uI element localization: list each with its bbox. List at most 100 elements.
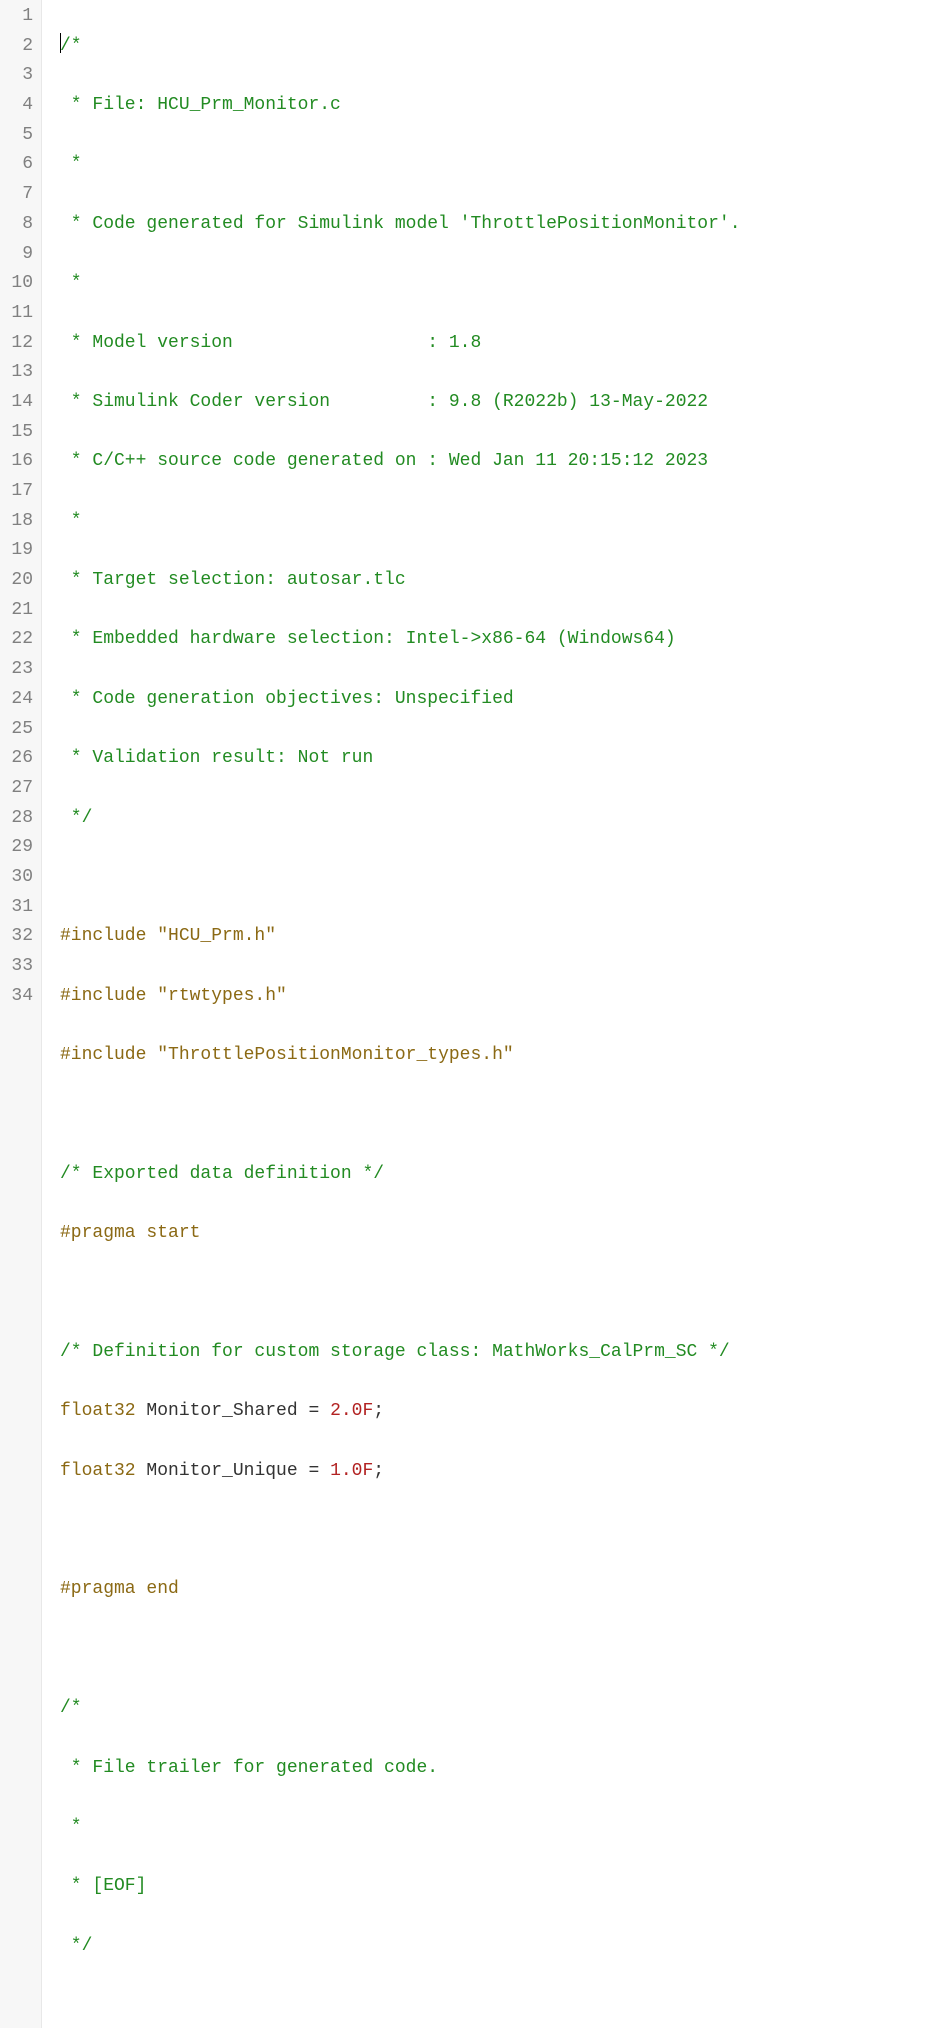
- code-line[interactable]: float32 Monitor_Shared = 2.0F;: [60, 1397, 741, 1427]
- punct-token: ;: [373, 1461, 384, 1481]
- type-token: float32: [60, 1461, 136, 1481]
- code-line[interactable]: * [EOF]: [60, 1872, 741, 1902]
- line-number: 10: [4, 269, 33, 299]
- line-number: 34: [4, 982, 33, 1012]
- code-line[interactable]: #pragma start: [60, 1219, 741, 1249]
- comment-token: */: [60, 1936, 92, 1956]
- identifier-token: Monitor_Unique =: [136, 1461, 330, 1481]
- code-line[interactable]: #include "HCU_Prm.h": [60, 922, 741, 952]
- code-line[interactable]: float32 Monitor_Unique = 1.0F;: [60, 1457, 741, 1487]
- line-number: 25: [4, 715, 33, 745]
- comment-token: *: [60, 511, 82, 531]
- code-line[interactable]: [60, 1991, 741, 2021]
- line-number: 5: [4, 121, 33, 151]
- line-number: 30: [4, 863, 33, 893]
- comment-token: * File trailer for generated code.: [60, 1758, 438, 1778]
- preprocessor-token: #include: [60, 926, 157, 946]
- number-token: 1.0F: [330, 1461, 373, 1481]
- string-token: "HCU_Prm.h": [157, 926, 276, 946]
- comment-token: * Validation result: Not run: [60, 748, 373, 768]
- code-line[interactable]: /* Definition for custom storage class: …: [60, 1338, 741, 1368]
- code-line[interactable]: *: [60, 1813, 741, 1843]
- line-number: 3: [4, 61, 33, 91]
- comment-token: * C/C++ source code generated on : Wed J…: [60, 451, 708, 471]
- code-line[interactable]: *: [60, 507, 741, 537]
- line-number: 6: [4, 150, 33, 180]
- comment-token: /* Definition for custom storage class: …: [60, 1342, 730, 1362]
- code-line[interactable]: [60, 1279, 741, 1309]
- code-line[interactable]: #include "rtwtypes.h": [60, 982, 741, 1012]
- string-token: "rtwtypes.h": [157, 986, 287, 1006]
- code-line[interactable]: [60, 1100, 741, 1130]
- type-token: float32: [60, 1401, 136, 1421]
- line-number: 27: [4, 774, 33, 804]
- comment-token: *: [60, 154, 82, 174]
- code-line[interactable]: [60, 863, 741, 893]
- code-line[interactable]: * Embedded hardware selection: Intel->x8…: [60, 625, 741, 655]
- line-number: 15: [4, 418, 33, 448]
- code-line[interactable]: * Model version : 1.8: [60, 329, 741, 359]
- line-number: 9: [4, 240, 33, 270]
- comment-token: * Model version : 1.8: [60, 333, 481, 353]
- line-number: 23: [4, 655, 33, 685]
- preprocessor-token: #include: [60, 1045, 157, 1065]
- comment-token: * Target selection: autosar.tlc: [60, 570, 406, 590]
- code-line[interactable]: /* Exported data definition */: [60, 1160, 741, 1190]
- comment-token: *: [60, 273, 82, 293]
- code-line[interactable]: [60, 1635, 741, 1665]
- line-number: 4: [4, 91, 33, 121]
- text-cursor: [60, 33, 61, 53]
- line-number: 21: [4, 596, 33, 626]
- code-line[interactable]: * Validation result: Not run: [60, 744, 741, 774]
- code-line[interactable]: * File: HCU_Prm_Monitor.c: [60, 91, 741, 121]
- line-number: 26: [4, 744, 33, 774]
- line-number: 22: [4, 625, 33, 655]
- line-number: 33: [4, 952, 33, 982]
- line-number: 18: [4, 507, 33, 537]
- line-number: 31: [4, 893, 33, 923]
- line-number: 24: [4, 685, 33, 715]
- line-number: 16: [4, 447, 33, 477]
- comment-token: * Code generation objectives: Unspecifie…: [60, 689, 514, 709]
- code-line[interactable]: #include "ThrottlePositionMonitor_types.…: [60, 1041, 741, 1071]
- punct-token: ;: [373, 1401, 384, 1421]
- code-line[interactable]: */: [60, 804, 741, 834]
- comment-token: * File: HCU_Prm_Monitor.c: [60, 95, 341, 115]
- code-line[interactable]: */: [60, 1932, 741, 1962]
- code-line[interactable]: * File trailer for generated code.: [60, 1754, 741, 1784]
- comment-token: /*: [60, 1698, 82, 1718]
- code-line[interactable]: * Simulink Coder version : 9.8 (R2022b) …: [60, 388, 741, 418]
- comment-token: * Simulink Coder version : 9.8 (R2022b) …: [60, 392, 708, 412]
- code-line[interactable]: #pragma end: [60, 1575, 741, 1605]
- code-line[interactable]: * Target selection: autosar.tlc: [60, 566, 741, 596]
- line-number: 19: [4, 536, 33, 566]
- code-line[interactable]: * Code generated for Simulink model 'Thr…: [60, 210, 741, 240]
- preprocessor-token: #pragma start: [60, 1223, 200, 1243]
- code-line[interactable]: /*: [60, 32, 741, 62]
- code-editor[interactable]: /* * File: HCU_Prm_Monitor.c * * Code ge…: [42, 0, 741, 2028]
- comment-token: */: [60, 808, 92, 828]
- comment-token: /*: [60, 36, 82, 56]
- preprocessor-token: #pragma end: [60, 1579, 179, 1599]
- code-line[interactable]: * Code generation objectives: Unspecifie…: [60, 685, 741, 715]
- preprocessor-token: #include: [60, 986, 157, 1006]
- line-number: 29: [4, 833, 33, 863]
- line-number: 7: [4, 180, 33, 210]
- code-line[interactable]: * C/C++ source code generated on : Wed J…: [60, 447, 741, 477]
- line-number: 20: [4, 566, 33, 596]
- code-line[interactable]: *: [60, 150, 741, 180]
- code-line[interactable]: *: [60, 269, 741, 299]
- string-token: "ThrottlePositionMonitor_types.h": [157, 1045, 513, 1065]
- line-number: 11: [4, 299, 33, 329]
- code-line[interactable]: [60, 1516, 741, 1546]
- comment-token: * [EOF]: [60, 1876, 146, 1896]
- line-number: 14: [4, 388, 33, 418]
- line-number: 28: [4, 804, 33, 834]
- code-line[interactable]: /*: [60, 1694, 741, 1724]
- number-token: 2.0F: [330, 1401, 373, 1421]
- comment-token: /* Exported data definition */: [60, 1164, 384, 1184]
- line-number: 2: [4, 32, 33, 62]
- comment-token: *: [60, 1817, 82, 1837]
- line-number: 8: [4, 210, 33, 240]
- comment-token: * Embedded hardware selection: Intel->x8…: [60, 629, 676, 649]
